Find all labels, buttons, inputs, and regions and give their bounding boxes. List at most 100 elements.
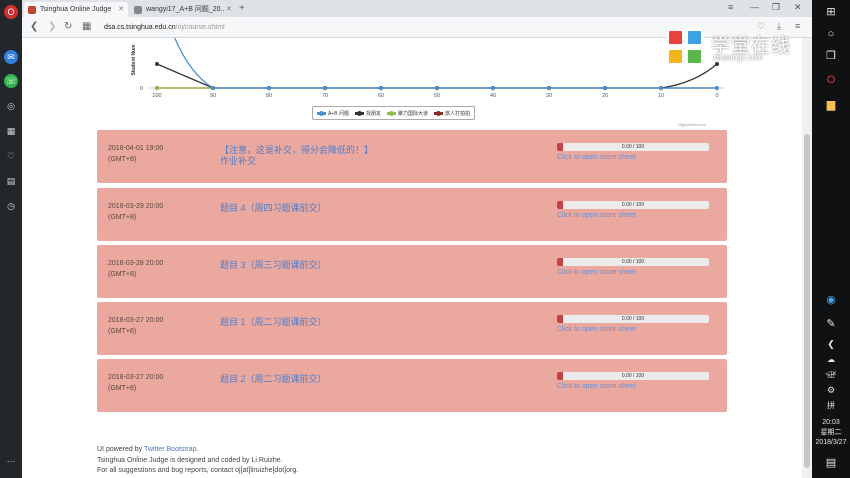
heart-icon[interactable]: ♡ [4, 149, 18, 163]
settings-icon[interactable]: ⚙ [823, 382, 839, 398]
homework-deadline: 2018-03-27 20:00 (GMT+8) [108, 372, 163, 394]
opera-logo-icon[interactable]: O [4, 5, 18, 19]
url-field[interactable]: dsa.cs.tsinghua.edu.cn/oj/course.shtml [104, 21, 664, 34]
series-line [174, 38, 717, 89]
deadline-timezone: (GMT+8) [108, 385, 137, 392]
legend-swatch-icon [387, 110, 396, 116]
x-tick-label: 50 [434, 93, 440, 99]
ime-icon[interactable]: 拼 [823, 398, 839, 414]
notification-icon[interactable]: ▤ [823, 455, 839, 471]
deadline-date: 2018-03-29 20:00 [108, 203, 164, 210]
score-sheet-link[interactable]: Click to open score sheet [557, 212, 636, 219]
url-host: dsa.cs.tsinghua.edu.cn [104, 24, 176, 31]
homework-title-link[interactable]: 题目 3（周三习题课前交） [220, 260, 380, 271]
tab-menu-icon[interactable]: ≡ [728, 2, 733, 12]
score-progress-bar: 0.00 / 100 [557, 201, 709, 209]
x-tick-label: 100 [152, 93, 161, 99]
data-point [379, 86, 383, 90]
volume-icon[interactable]: ◁× [823, 366, 839, 382]
score-text: 0.00 / 100 [621, 202, 645, 208]
homework-row: 2018-03-27 20:00 (GMT+8) 题目 2（周二习题课前交） 0.00… [97, 359, 727, 412]
footer-text: For all suggestions and bug reports, con… [97, 467, 236, 474]
x-tick-label: 80 [266, 93, 272, 99]
x-tick-label: 70 [322, 93, 328, 99]
legend-item[interactable]: 找朋友 [354, 110, 381, 117]
new-tab-icon[interactable]: + [239, 2, 245, 15]
legend-item[interactable]: A+B 问题 [317, 110, 349, 117]
score-progress-bar: 0.00 / 100 [557, 258, 709, 266]
news-icon[interactable]: ▤ [4, 174, 18, 188]
page-scrollbar[interactable] [802, 38, 812, 478]
back-icon[interactable]: ❮ [30, 21, 38, 32]
data-point [155, 62, 159, 66]
close-window-icon[interactable]: ✕ [794, 2, 802, 13]
legend-label: A+B 问题 [328, 110, 349, 117]
homework-deadline: 2018-03-29 20:00 (GMT+8) [108, 201, 163, 223]
footer-line-3: For all suggestions and bug reports, con… [97, 466, 298, 477]
y-tick-label: 0 [140, 86, 143, 92]
clock-date: 2018/3/27 [815, 439, 847, 446]
homework-deadline: 2018-03-27 20:00 (GMT+8) [108, 315, 163, 337]
score-sheet-link[interactable]: Click to open score sheet [557, 154, 636, 161]
deadline-timezone: (GMT+8) [108, 156, 137, 163]
deadline-timezone: (GMT+8) [108, 214, 137, 221]
chart-credits: Highcharts.com [678, 122, 706, 127]
browser-window: Tsinghua Online Judge ✕ wangyi17_A+B 问题_… [22, 0, 812, 478]
pen-icon[interactable]: ✎ [823, 316, 839, 332]
close-tab-icon[interactable]: ✕ [118, 2, 124, 17]
tab-favicon-icon [28, 6, 36, 14]
homework-title-link[interactable]: 题目 2（周二习题课前交） [220, 374, 380, 385]
taskbar-clock[interactable]: 20:03 星期二 2018/3/27 [812, 418, 850, 448]
homework-row: 2018-03-29 20:00 (GMT+8) 题目 4（周四习题课前交） 0.00… [97, 188, 727, 241]
forward-icon[interactable]: ❯ [48, 21, 56, 32]
windows-taskbar: ⊞ ○ ❐ O ▆ ◉ ✎ ❮ ☁ ▭ ◁× ⚙ 拼 20:03 星期二 201… [812, 0, 850, 478]
homework-title-link[interactable]: 题目 1（周二习题课前交） [220, 317, 380, 328]
windows-start-icon[interactable]: ⊞ [823, 4, 839, 20]
whatsapp-icon[interactable]: ☏ [4, 74, 18, 88]
messenger-icon[interactable]: ✉ [4, 50, 18, 64]
clock-time: 20:03 [822, 419, 840, 426]
score-sheet-link[interactable]: Click to open score sheet [557, 383, 636, 390]
tab-wangyi[interactable]: wangyi17_A+B 问题_20.. ✕ [130, 2, 236, 17]
footer-line-1: UI powered by Twitter Bootstrap. [97, 445, 298, 456]
legend-item[interactable]: 旅人打拍拍 [434, 110, 470, 117]
data-point [155, 86, 159, 90]
xuetangx-logo-icon [667, 29, 705, 67]
scrollbar-thumb[interactable] [804, 134, 810, 468]
tab-title: Tsinghua Online Judge [40, 6, 112, 13]
maximize-icon[interactable]: ❐ [772, 2, 780, 13]
minimize-icon[interactable]: — [750, 2, 759, 12]
page-footer: UI powered by Twitter Bootstrap. Tsinghu… [97, 445, 298, 477]
task-view-icon[interactable]: ❐ [823, 48, 839, 64]
deadline-date: 2018-03-27 20:00 [108, 317, 164, 324]
camera-icon[interactable]: ◎ [4, 99, 18, 113]
tray-app-icon[interactable]: ◉ [823, 292, 839, 308]
tab-tsinghua-oj[interactable]: Tsinghua Online Judge ✕ [24, 2, 128, 17]
close-tab-icon[interactable]: ✕ [226, 2, 232, 17]
score-text: 0.00 / 100 [621, 373, 645, 379]
deadline-timezone: (GMT+8) [108, 271, 137, 278]
file-explorer-icon[interactable]: ▆ [823, 97, 839, 113]
clock-weekday: 星期二 [820, 429, 842, 436]
cortana-icon[interactable]: ○ [823, 26, 839, 42]
data-point [603, 86, 607, 90]
speed-dial-icon[interactable]: ▦ [4, 124, 18, 138]
history-icon[interactable]: ◷ [4, 199, 18, 213]
bootstrap-link[interactable]: Twitter Bootstrap [144, 446, 197, 453]
opera-taskbar-icon[interactable]: O [823, 72, 839, 88]
homework-deadline: 2018-03-28 20:00 (GMT+8) [108, 258, 163, 280]
score-sheet-link[interactable]: Click to open score sheet [557, 326, 636, 333]
homework-row: 2018-03-28 20:00 (GMT+8) 题目 3（周三习题课前交） 0.00… [97, 245, 727, 298]
reload-icon[interactable]: ↻ [64, 21, 72, 32]
score-sheet-link[interactable]: Click to open score sheet [557, 269, 636, 276]
legend-item[interactable]: 聚力国际大道 [387, 110, 428, 117]
more-icon[interactable]: … [4, 452, 18, 466]
tray-expand-icon[interactable]: ❮ [823, 336, 839, 352]
speed-dial-grid-icon[interactable]: ▦ [82, 21, 91, 32]
homework-title-link[interactable]: 题目 4（周四习题课前交） [220, 203, 380, 214]
homework-row: 2018-04-01 19:00 (GMT+8) 【注意，这是补交，得分会降低的！】… [97, 130, 727, 183]
legend-swatch-icon [354, 110, 364, 116]
legend-label: 聚力国际大道 [398, 110, 429, 117]
homework-title-link[interactable]: 【注意，这是补交，得分会降低的！】作业补交 [220, 145, 380, 167]
url-path: /oj/course.shtml [175, 24, 225, 31]
